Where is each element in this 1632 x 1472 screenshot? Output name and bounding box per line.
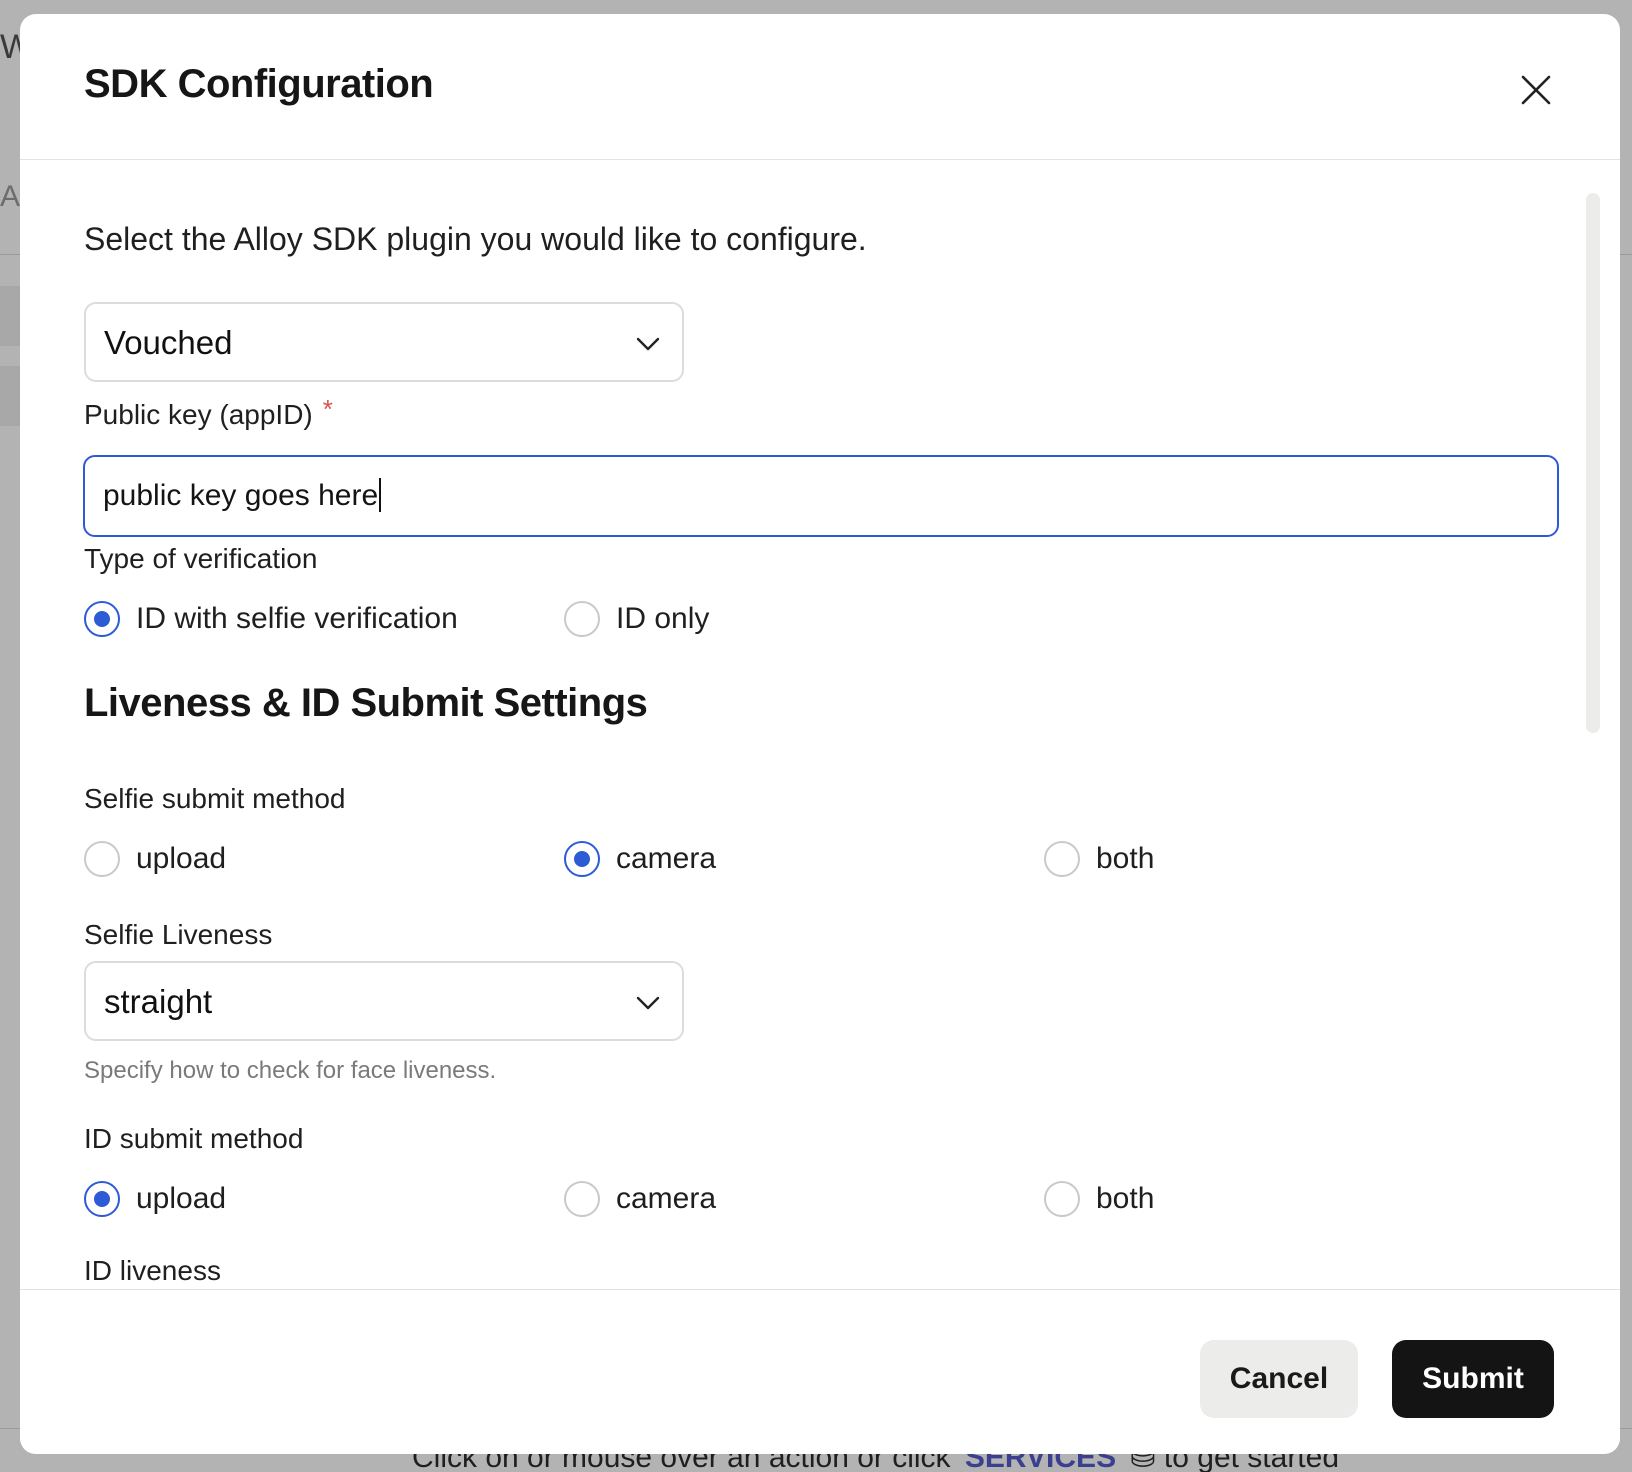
sdk-configuration-modal: SDK Configuration Select the Alloy SDK p… [20,14,1620,1454]
radio-id-camera[interactable]: camera [564,1181,716,1217]
public-key-label-text: Public key (appID) [84,399,313,430]
radio-id-with-selfie[interactable]: ID with selfie verification [84,601,458,637]
radio-label: both [1096,842,1155,875]
plugin-select-value: Vouched [104,324,233,361]
radio-label: upload [136,1182,227,1215]
background-row [0,286,20,346]
radio-id-upload[interactable]: upload [84,1181,226,1217]
radio-selfie-both[interactable]: both [1044,841,1154,877]
chevron-down-icon [636,337,660,351]
radio-button[interactable] [564,1181,600,1217]
text-caret [379,478,382,513]
intro-text: Select the Alloy SDK plugin you would li… [84,221,867,257]
public-key-value-text: public key goes here [103,479,379,512]
background-text: W [0,28,20,66]
public-key-input[interactable]: public key goes here [83,455,1559,537]
submit-button[interactable]: Submit [1392,1340,1554,1418]
id-liveness-label: ID liveness [84,1255,221,1286]
chevron-down-icon [636,996,660,1010]
selfie-submit-label: Selfie submit method [84,783,346,814]
radio-label: camera [616,1182,717,1215]
radio-button[interactable] [1044,1181,1080,1217]
radio-selfie-camera[interactable]: camera [564,841,716,877]
radio-button[interactable] [564,841,600,877]
radio-label: ID with selfie verification [136,602,458,635]
modal-footer: Cancel Submit [20,1289,1620,1454]
public-key-value: public key goes here [103,478,382,514]
radio-button[interactable] [84,1181,120,1217]
radio-id-only[interactable]: ID only [564,601,709,637]
required-marker: * [322,394,333,424]
selfie-liveness-label: Selfie Liveness [84,919,273,950]
radio-label: camera [616,842,717,875]
section-title: Liveness & ID Submit Settings [84,681,648,725]
cancel-button[interactable]: Cancel [1200,1340,1358,1418]
radio-id-both[interactable]: both [1044,1181,1154,1217]
close-icon [1521,75,1551,105]
radio-label: both [1096,1182,1155,1215]
radio-button[interactable] [564,601,600,637]
radio-button[interactable] [84,601,120,637]
modal-header: SDK Configuration [20,14,1620,160]
selfie-liveness-value: straight [104,983,213,1020]
verification-type-label: Type of verification [84,543,318,574]
radio-button[interactable] [84,841,120,877]
selfie-liveness-select[interactable]: straight [84,961,684,1041]
background-text: AM [0,180,20,213]
background-divider [1620,254,1632,255]
plugin-select[interactable]: Vouched [84,302,684,382]
radio-selfie-upload[interactable]: upload [84,841,226,877]
selfie-liveness-help: Specify how to check for face liveness. [84,1057,497,1084]
radio-button[interactable] [1044,841,1080,877]
modal-title: SDK Configuration [84,62,434,106]
close-button[interactable] [1514,68,1558,112]
modal-body: Select the Alloy SDK plugin you would li… [20,161,1620,1289]
public-key-label: Public key (appID) * [84,394,333,431]
id-submit-label: ID submit method [84,1123,304,1154]
radio-label: upload [136,842,227,875]
background-row [0,366,20,426]
scrollbar[interactable] [1586,193,1600,733]
background-divider [0,254,20,255]
radio-label: ID only [616,602,710,635]
